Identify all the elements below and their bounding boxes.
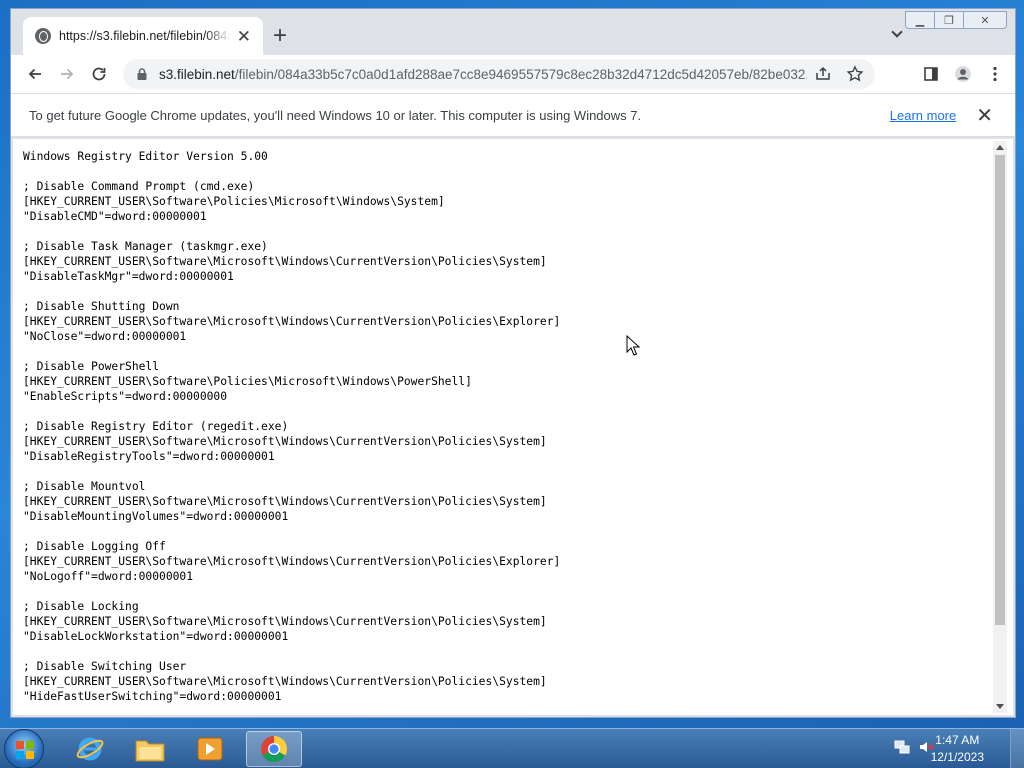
url-text[interactable]: s3.filebin.net/filebin/084a33b5c7c0a0d1a… (159, 67, 807, 82)
profile-avatar-icon (955, 66, 971, 82)
taskbar-media-player[interactable] (182, 731, 238, 767)
update-infobar: To get future Google Chrome updates, you… (11, 93, 1015, 137)
bookmark-button[interactable] (839, 58, 871, 90)
mouse-pointer-icon (626, 335, 640, 356)
profile-button[interactable] (947, 58, 979, 90)
maximize-button[interactable]: ❐ (934, 11, 964, 29)
start-button[interactable] (4, 729, 44, 768)
site-info-lock-icon[interactable] (135, 67, 149, 81)
tab-search-chevron-icon[interactable] (891, 26, 903, 38)
forward-button[interactable] (51, 58, 83, 90)
file-explorer-icon (135, 740, 165, 762)
tab-title: https://s3.filebin.net/filebin/084a33b5c… (59, 29, 231, 43)
active-tab[interactable]: https://s3.filebin.net/filebin/084a33b5c… (23, 17, 263, 55)
clock-time: 1:47 AM (935, 733, 980, 747)
reload-icon (92, 67, 106, 81)
taskbar-chrome[interactable] (246, 731, 302, 767)
windows-logo-icon (16, 741, 34, 759)
chrome-window: https://s3.filebin.net/filebin/084a33b5c… (10, 8, 1016, 718)
url-host: s3.filebin.net (159, 66, 235, 82)
kebab-menu-icon (993, 66, 997, 82)
window-controls: ▁ ❐ ✕ (905, 11, 1007, 29)
close-window-button[interactable]: ✕ (963, 11, 1007, 29)
chrome-icon (261, 735, 288, 763)
scroll-down-arrow-icon[interactable] (996, 704, 1004, 709)
clock-date: 12/1/2023 (930, 750, 984, 764)
side-panel-button[interactable] (915, 58, 947, 90)
scrollbar-thumb[interactable] (995, 155, 1005, 625)
address-bar[interactable]: s3.filebin.net/filebin/084a33b5c7c0a0d1a… (123, 59, 875, 89)
vertical-scrollbar[interactable] (993, 141, 1007, 713)
page-content: Windows Registry Editor Version 5.00 ; D… (13, 139, 1013, 715)
tab-strip: https://s3.filebin.net/filebin/084a33b5c… (11, 9, 1015, 55)
share-icon (816, 66, 830, 80)
taskbar-file-explorer[interactable] (122, 731, 178, 767)
internet-explorer-icon (76, 737, 104, 761)
system-tray (894, 739, 934, 755)
new-tab-button[interactable]: + (273, 24, 287, 48)
globe-icon (35, 28, 51, 44)
share-button[interactable] (807, 58, 839, 90)
star-icon (846, 65, 864, 82)
infobar-message: To get future Google Chrome updates, you… (29, 107, 642, 123)
browser-toolbar: s3.filebin.net/filebin/084a33b5c7c0a0d1a… (11, 55, 1015, 93)
registry-file-text[interactable]: Windows Registry Editor Version 5.00 ; D… (23, 149, 560, 704)
show-desktop-button[interactable] (1010, 729, 1024, 768)
learn-more-link[interactable]: Learn more (890, 108, 956, 123)
minimize-button[interactable]: ▁ (905, 11, 935, 29)
media-player-icon (197, 737, 223, 761)
back-button[interactable] (19, 58, 51, 90)
infobar-close-icon[interactable]: ✕ (976, 103, 993, 128)
taskbar: 1:47 AM 12/1/2023 (0, 728, 1024, 768)
forward-arrow-icon (61, 68, 74, 80)
reload-button[interactable] (83, 58, 115, 90)
network-icon[interactable] (894, 739, 910, 755)
taskbar-internet-explorer[interactable] (62, 731, 118, 767)
tab-close-icon[interactable]: ✕ (237, 28, 251, 45)
scroll-up-arrow-icon[interactable] (996, 145, 1004, 150)
side-panel-icon (924, 67, 938, 81)
back-arrow-icon (28, 68, 41, 80)
url-path: /filebin/084a33b5c7c0a0d1afd288ae7cc8e94… (234, 66, 807, 82)
menu-button[interactable] (979, 58, 1011, 90)
system-clock[interactable]: 1:47 AM 12/1/2023 (931, 732, 984, 766)
